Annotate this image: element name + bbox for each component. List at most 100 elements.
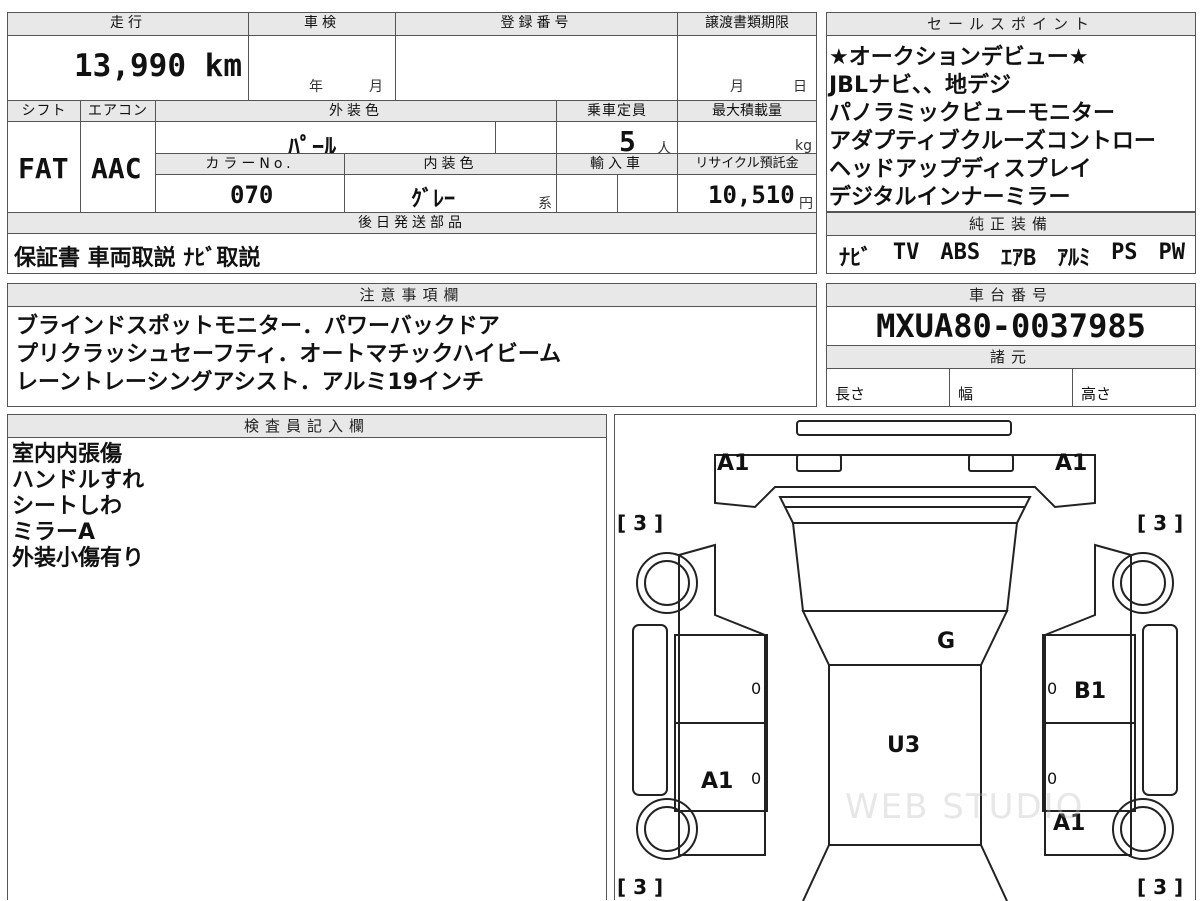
equipment-item: TV — [892, 240, 920, 265]
mileage-cell: 13,990 km — [7, 35, 249, 101]
mark-roof: U3 — [887, 733, 921, 758]
recycle-label: リサイクル預託金 — [677, 153, 817, 175]
exterior-color-label: 外装色 — [155, 100, 557, 122]
tire-label-front-left: [ 3 ] — [617, 511, 664, 535]
sales-points-panel: セールスポイント ★オークションデビュー★ JBLナビ、、地デジ パノラミックビ… — [826, 12, 1196, 212]
mark-right-front-door: B1 — [1074, 679, 1107, 704]
chassis-panel: 車台番号 MXUA80-0037985 諸元 長さ 幅 高さ — [826, 283, 1196, 407]
windshield — [791, 522, 1019, 612]
equipment-item: PW — [1158, 240, 1185, 265]
max-load-label: 最大積載量 — [677, 100, 817, 122]
equipment-item: ｴｱB — [1000, 246, 1037, 271]
notes-lines: ブラインドスポットモニター．パワーバックドア プリクラッシュセーフティ．オートマ… — [8, 307, 816, 397]
note-line: レーントレーシングアシスト．アルミ19インチ — [16, 370, 484, 395]
standard-equipment-panel: 純正装備 ﾅﾋﾞ TV ABS ｴｱB ｱﾙﾐ PS PW — [826, 212, 1196, 274]
transfer-deadline-label: 譲渡書類期限 — [677, 12, 817, 36]
front-end — [714, 454, 1096, 509]
watermark: WEB STUDIO — [845, 787, 1085, 827]
mark-windshield: G — [937, 629, 956, 654]
sales-points-label: セールスポイント — [827, 13, 1195, 36]
inspection-month: 月 — [369, 79, 383, 95]
sales-point-item: パノラミックビューモニター — [829, 101, 1116, 126]
sales-point-item: ヘッドアップディスプレイ — [829, 157, 1092, 182]
dimensions-row: 長さ 幅 高さ — [827, 369, 1195, 407]
equipment-item: ABS — [940, 240, 981, 265]
notes-label: 注意事項欄 — [8, 284, 816, 307]
inspection-year: 年 — [309, 79, 323, 95]
equipment-item: ﾅﾋﾞ — [839, 246, 873, 271]
color-no-label: カラーNo. — [155, 153, 345, 175]
later-parts-label: 後日発送部品 — [7, 212, 817, 234]
later-parts-value: 保証書 車両取説 ﾅﾋﾞ取説 — [14, 246, 261, 271]
interior-color-suffix: 系 — [538, 196, 552, 212]
left-step — [632, 624, 668, 796]
inspector-line: ハンドルすれ — [12, 468, 145, 493]
mileage-label: 走行 — [7, 12, 249, 36]
import-cell-b — [617, 174, 678, 213]
height-label: 高さ — [1081, 385, 1112, 403]
sales-point-item: アダプティブクルーズコントロー — [829, 129, 1156, 154]
aircon-value: AAC — [91, 152, 142, 185]
door-mark-lr: 0 — [751, 769, 762, 788]
sales-points-list: ★オークションデビュー★ JBLナビ、、地デジ パノラミックビューモニター アダ… — [827, 36, 1195, 212]
aircon-cell: AAC — [80, 121, 156, 213]
interior-color-value: ｸﾞﾚｰ — [411, 187, 456, 212]
left-body — [678, 543, 766, 856]
transfer-day: 日 — [793, 79, 807, 95]
mark-left-rear-door: A1 — [701, 769, 734, 794]
headlight-left — [796, 454, 842, 472]
transfer-cell: 月 日 — [677, 35, 817, 101]
shift-value: FAT — [18, 152, 69, 185]
inspector-lines: 室内内張傷 ハンドルすれ シートしわ ミラーA 外装小傷有り — [8, 438, 606, 572]
mileage-value: 13,990 km — [74, 48, 242, 84]
note-line: ブラインドスポットモニター．パワーバックドア — [16, 314, 500, 339]
inspector-line: ミラーA — [12, 520, 96, 545]
capacity-label: 乗車定員 — [556, 100, 678, 122]
mark-front-left: A1 — [717, 451, 750, 476]
equipment-item: ｱﾙﾐ — [1057, 246, 1091, 271]
recycle-cell: 10,510 円 — [677, 174, 817, 213]
inspection-label: 車検 — [248, 12, 396, 36]
interior-color-label: 内装色 — [344, 153, 557, 175]
door-mark-rf: 0 — [1047, 679, 1058, 698]
specs-label: 諸元 — [827, 346, 1195, 369]
right-step — [1142, 624, 1178, 796]
sales-point-item: ★オークションデビュー★ — [829, 45, 1089, 70]
width-label: 幅 — [950, 369, 1073, 407]
aircon-label: エアコン — [80, 100, 156, 122]
standard-equipment-list: ﾅﾋﾞ TV ABS ｴｱB ｱﾙﾐ PS PW — [827, 236, 1195, 272]
recycle-unit: 円 — [799, 196, 813, 212]
import-cell-a — [556, 174, 618, 213]
interior-color-cell: ｸﾞﾚｰ 系 — [344, 174, 557, 213]
left-rear-door — [674, 722, 768, 812]
inspector-label: 検査員記入欄 — [8, 415, 606, 438]
headlight-right — [968, 454, 1014, 472]
roof-front — [801, 610, 1009, 666]
recycle-value: 10,510 — [708, 181, 795, 209]
standard-equipment-label: 純正装備 — [827, 213, 1195, 236]
sales-point-item: JBLナビ、、地デジ — [829, 73, 1011, 98]
tire-label-front-right: [ 3 ] — [1137, 511, 1184, 535]
tire-label-rear-right: [ 3 ] — [1137, 875, 1184, 899]
inspector-panel: 検査員記入欄 室内内張傷 ハンドルすれ シートしわ ミラーA 外装小傷有り — [7, 414, 607, 900]
door-mark-rr: 0 — [1047, 769, 1058, 788]
sales-point-item: デジタルインナーミラー — [829, 185, 1071, 210]
equipment-item: PS — [1111, 240, 1138, 265]
front-bumper — [796, 420, 1012, 436]
note-line: プリクラッシュセーフティ．オートマチックハイビーム — [16, 342, 562, 367]
transfer-month: 月 — [730, 79, 744, 95]
inspector-line: 室内内張傷 — [12, 442, 123, 467]
registration-label: 登録番号 — [395, 12, 678, 36]
car-diagram-panel: A1 A1 G B1 U3 A1 A1 0 0 0 0 [ 3 ] [ 3 ] … — [614, 414, 1196, 901]
color-no-cell: 070 — [155, 174, 345, 213]
length-label: 長さ — [827, 369, 950, 407]
inspector-line: 外装小傷有り — [12, 546, 145, 571]
door-mark-lf: 0 — [751, 679, 762, 698]
import-label: 輸入車 — [556, 153, 678, 175]
spec-table: 走行 車検 登録番号 譲渡書類期限 13,990 km 年 月 月 日 シフト … — [7, 12, 817, 274]
later-parts-cell: 保証書 車両取説 ﾅﾋﾞ取説 — [7, 233, 817, 274]
notes-panel: 注意事項欄 ブラインドスポットモニター．パワーバックドア プリクラッシュセーフテ… — [7, 283, 817, 407]
hood — [778, 496, 1032, 524]
car-diagram — [632, 420, 1178, 901]
shift-label: シフト — [7, 100, 81, 122]
